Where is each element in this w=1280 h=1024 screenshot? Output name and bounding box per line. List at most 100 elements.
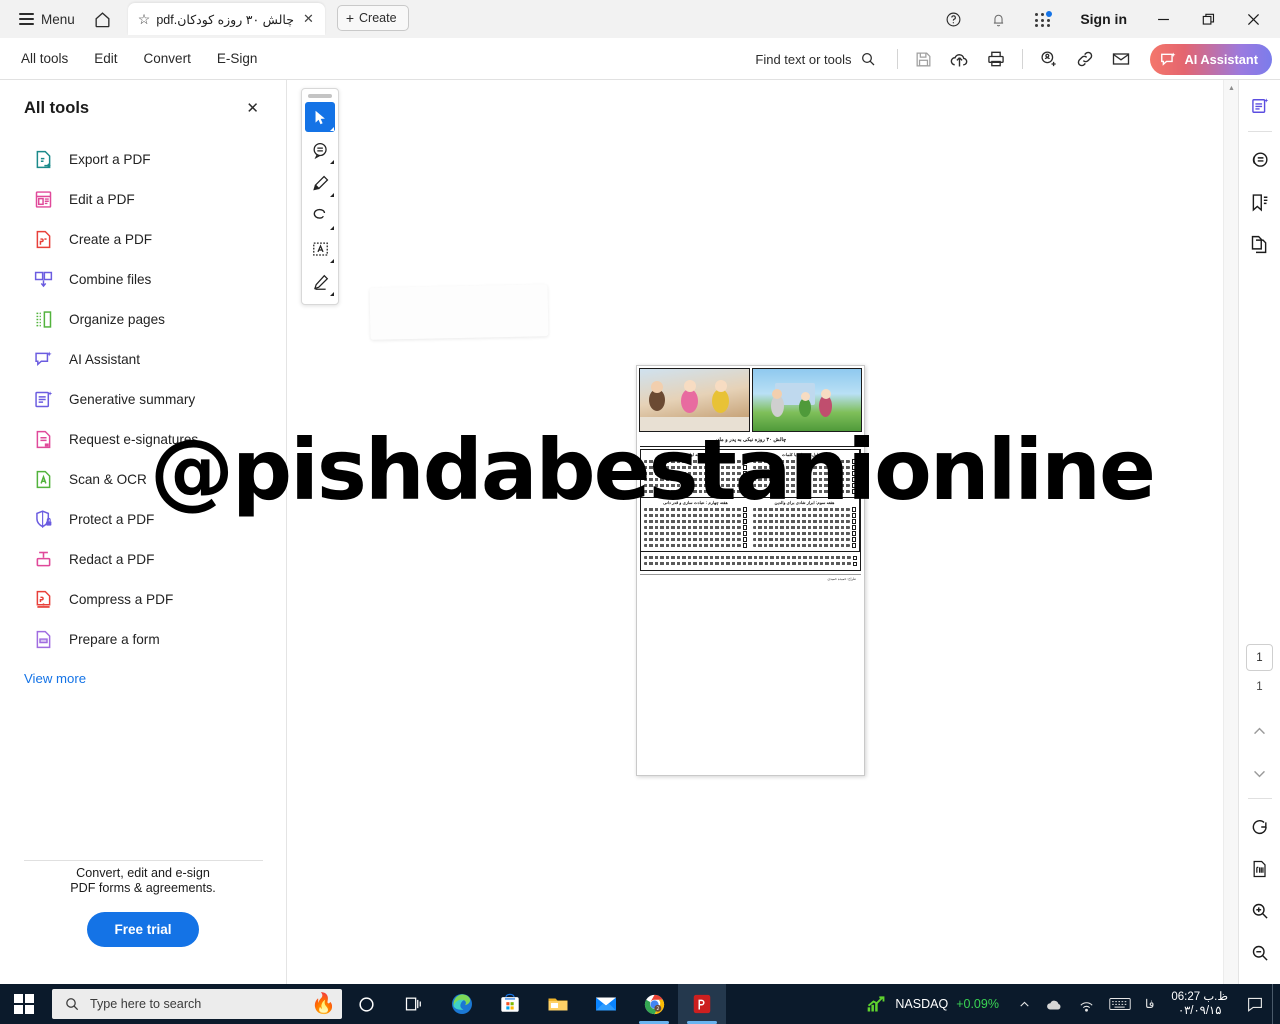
edge-icon[interactable] [438,984,486,1024]
checkbox[interactable] [851,483,856,488]
checkbox[interactable] [742,459,747,464]
microsoft-store-icon[interactable] [486,984,534,1024]
sidebar-item-create-a-pdf[interactable]: Create a PDF [0,219,286,259]
checkbox[interactable] [851,465,856,470]
previous-page-button[interactable] [1244,715,1276,747]
mail-icon[interactable] [1104,43,1138,75]
home-icon[interactable] [86,4,120,34]
find-text-or-tools-button[interactable]: Find text or tools [747,46,883,72]
checkbox[interactable] [851,543,856,548]
checkbox[interactable] [852,555,857,560]
sidebar-item-ai-assistant[interactable]: AI Assistant [0,339,286,379]
checkbox[interactable] [742,477,747,482]
checkbox[interactable] [742,513,747,518]
sidebar-item-scan-and-ocr[interactable]: Scan & OCR [0,459,286,499]
free-trial-button[interactable]: Free trial [87,912,199,947]
show-desktop-button[interactable] [1272,984,1278,1024]
sidebar-item-protect-a-pdf[interactable]: Protect a PDF [0,499,286,539]
fireplace-icon[interactable]: 🔥 [311,990,336,1018]
save-icon[interactable] [907,43,941,75]
checkbox[interactable] [742,489,747,494]
sidebar-item-organize-pages[interactable]: Organize pages [0,299,286,339]
bookmark-icon[interactable] [1244,186,1276,218]
stock-ticker[interactable]: NASDAQ +0.09% [855,994,1011,1014]
acrobat-reader-icon[interactable] [678,984,726,1024]
add-person-icon[interactable] [1032,43,1066,75]
tab-close-icon[interactable]: ✕ [300,11,317,27]
file-explorer-icon[interactable] [534,984,582,1024]
sidebar-item-compress-a-pdf[interactable]: Compress a PDF [0,579,286,619]
checkbox[interactable] [742,519,747,524]
sidebar-item-export-a-pdf[interactable]: Export a PDF [0,139,286,179]
onedrive-icon[interactable] [1038,984,1071,1024]
star-icon[interactable]: ☆ [138,12,151,26]
window-minimize-button[interactable] [1141,0,1186,38]
checkbox[interactable] [742,537,747,542]
tab-esign[interactable]: E-Sign [206,45,269,72]
checkbox[interactable] [851,531,856,536]
create-button[interactable]: + Create [336,4,409,31]
select-cursor-icon[interactable] [305,102,335,132]
next-page-button[interactable] [1244,757,1276,789]
stamp-icon[interactable] [305,267,335,297]
fit-page-icon[interactable] [1244,853,1276,885]
checkbox[interactable] [852,561,857,566]
sidebar-close-icon[interactable]: ✕ [241,97,264,119]
notification-icon[interactable] [1238,984,1272,1024]
scroll-up-arrow-icon[interactable]: ▲ [1224,80,1239,96]
sidebar-item-request-e-signatures[interactable]: Request e-signatures [0,419,286,459]
checkbox[interactable] [742,507,747,512]
comment-bubble-icon[interactable] [1244,144,1276,176]
sidebar-item-edit-a-pdf[interactable]: Edit a PDF [0,179,286,219]
chevron-up-icon[interactable] [1011,984,1038,1024]
view-more-link[interactable]: View more [0,659,286,686]
checkbox[interactable] [851,471,856,476]
checkbox[interactable] [851,525,856,530]
window-close-button[interactable] [1231,0,1276,38]
checkbox[interactable] [851,537,856,542]
draw-freehand-icon[interactable] [305,201,335,231]
checkbox[interactable] [851,519,856,524]
pdf-page[interactable]: چالش ۳۰ روزه نیکی به پدر و مادر هفته اول… [636,365,865,776]
network-icon[interactable] [1071,984,1102,1024]
tab-edit[interactable]: Edit [83,45,128,72]
link-icon[interactable] [1068,43,1102,75]
checkbox[interactable] [742,483,747,488]
comment-bubble-icon[interactable] [305,135,335,165]
sidebar-item-generative-summary[interactable]: Generative summary [0,379,286,419]
sidebar-item-combine-files[interactable]: Combine files [0,259,286,299]
scrollbar-thumb[interactable] [1224,96,1239,436]
app-grid-icon[interactable] [1021,0,1066,38]
window-restore-button[interactable] [1186,0,1231,38]
zoom-in-icon[interactable] [1244,895,1276,927]
checkbox[interactable] [742,543,747,548]
task-view-icon[interactable] [390,984,438,1024]
sidebar-item-prepare-a-form[interactable]: Prepare a form [0,619,286,659]
checkbox[interactable] [851,507,856,512]
tab-all-tools[interactable]: All tools [10,45,79,72]
checkbox[interactable] [742,525,747,530]
chrome-icon[interactable]: 2 [630,984,678,1024]
bell-icon[interactable] [976,0,1021,38]
windows-start-icon[interactable] [0,984,48,1024]
sign-in-button[interactable]: Sign in [1066,5,1141,33]
sidebar-item-redact-a-pdf[interactable]: Redact a PDF [0,539,286,579]
language-indicator[interactable]: فا [1138,984,1161,1024]
keyboard-icon[interactable] [1102,984,1138,1024]
highlighter-icon[interactable] [305,168,335,198]
checkbox[interactable] [742,531,747,536]
checkbox[interactable] [851,459,856,464]
print-icon[interactable] [979,43,1013,75]
tab-convert[interactable]: Convert [133,45,202,72]
page-thumbnails-icon[interactable] [1244,228,1276,260]
taskbar-clock[interactable]: 06:27 ظ.ب ۰۳/۰۹/۱۵ [1161,990,1238,1018]
document-tab[interactable]: ☆ چالش ۳۰ روزه کودکان.pdf ✕ [127,3,325,35]
checkbox[interactable] [742,471,747,476]
checkbox[interactable] [851,477,856,482]
toolbar-drag-handle[interactable] [308,94,332,98]
annotation-toolbar[interactable] [301,88,339,305]
document-scrollbar[interactable]: ▲ [1223,80,1239,985]
zoom-out-icon[interactable] [1244,937,1276,969]
checkbox[interactable] [851,489,856,494]
help-icon[interactable] [931,0,976,38]
